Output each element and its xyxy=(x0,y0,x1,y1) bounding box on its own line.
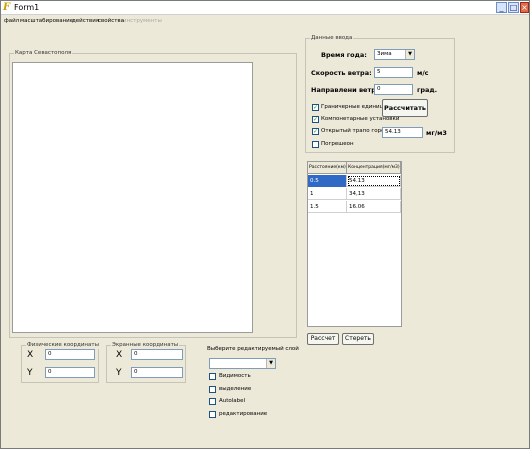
close-button[interactable]: × xyxy=(520,2,529,13)
window-title: Form1 xyxy=(14,3,40,12)
menu-bar: файл масштабирование действия свойства и… xyxy=(1,16,529,26)
checkbox-editing[interactable] xyxy=(209,411,216,418)
title-bar[interactable]: F Form1 _ □ × xyxy=(1,1,529,15)
physical-x-input[interactable]: 0 xyxy=(45,349,95,360)
season-select-value: Зима xyxy=(377,51,392,57)
checkbox-selection-label: выделение xyxy=(219,386,252,392)
checkbox-visibility[interactable] xyxy=(209,373,216,380)
screen-coords-label: Экранные координаты xyxy=(111,341,180,349)
screen-y-label: Y xyxy=(116,368,122,378)
map-canvas[interactable] xyxy=(12,62,253,333)
chevron-down-icon[interactable]: ▼ xyxy=(405,50,414,59)
checkbox-boundary-units-label: Граничерные единицы xyxy=(321,104,388,110)
chevron-down-icon[interactable]: ▼ xyxy=(266,359,275,368)
table-cell[interactable]: 16.06 xyxy=(347,201,401,213)
menu-actions[interactable]: действия xyxy=(72,16,99,26)
table-cell[interactable]: 54.13 xyxy=(347,175,401,187)
physical-coords-label: Физические координаты xyxy=(26,341,100,349)
wind-direction-unit: град. xyxy=(417,86,438,94)
checkbox-boundary-units[interactable]: ✓ xyxy=(312,104,319,111)
wind-direction-input[interactable]: 0 xyxy=(374,84,413,95)
table-header: Расстояние(км) Концентрация(мг/м3) xyxy=(308,162,401,174)
checkbox-error-label: Погрешеон xyxy=(321,141,354,147)
screen-x-label: X xyxy=(116,350,123,360)
menu-file[interactable]: файл xyxy=(4,16,19,26)
calc-button[interactable]: Рассчет xyxy=(307,333,339,345)
table-row[interactable]: 0.5 54.13 xyxy=(308,175,401,187)
checkbox-component-installs[interactable]: ✓ xyxy=(312,116,319,123)
checkbox-autolabel-label: Autolabel xyxy=(219,398,246,404)
table-cell[interactable]: 34,13 xyxy=(347,188,401,200)
menu-properties[interactable]: свойства xyxy=(98,16,124,26)
table-row[interactable]: 1.5 16.06 xyxy=(308,201,401,213)
wind-speed-label: Скорость ветра: xyxy=(311,69,372,77)
screen-y-input[interactable]: 0 xyxy=(131,367,183,378)
screen-x-input[interactable]: 0 xyxy=(131,349,183,360)
clear-button[interactable]: Стереть xyxy=(342,333,374,345)
column-header-concentration[interactable]: Концентрация(мг/м3) xyxy=(347,162,401,174)
menu-tools: инструменты xyxy=(123,18,162,24)
checkbox-open-city[interactable]: ✓ xyxy=(312,128,319,135)
table-row[interactable]: 1 34,13 xyxy=(308,188,401,200)
table-cell[interactable]: 0.5 xyxy=(308,175,347,187)
wind-speed-unit: м/с xyxy=(417,69,429,77)
wind-speed-input[interactable]: 5 xyxy=(374,67,413,78)
calculate-button[interactable]: Рассчитать xyxy=(382,99,428,117)
physical-x-label: X xyxy=(27,350,34,360)
physical-y-input[interactable]: 0 xyxy=(45,367,95,378)
app-icon: F xyxy=(3,2,11,13)
map-group-label: Карта Севастополя xyxy=(14,49,73,57)
checkbox-autolabel[interactable] xyxy=(209,398,216,405)
checkbox-editing-label: редактирование xyxy=(219,411,268,417)
maximize-button[interactable]: □ xyxy=(508,2,519,13)
season-label: Время года: xyxy=(321,51,367,59)
season-select[interactable]: Зима ▼ xyxy=(374,49,415,60)
menu-scaling[interactable]: масштабирование xyxy=(20,16,73,26)
layer-select[interactable]: ▼ xyxy=(209,358,276,369)
table-cell[interactable]: 1 xyxy=(308,188,347,200)
wind-direction-label: Направлени ветра: xyxy=(311,86,383,94)
column-header-distance[interactable]: Расстояние(км) xyxy=(308,162,347,174)
checkbox-error[interactable] xyxy=(312,141,319,148)
concentration-unit: мг/м3 xyxy=(426,129,447,137)
physical-y-label: Y xyxy=(27,368,33,378)
main-window: F Form1 _ □ × файл масштабирование дейст… xyxy=(0,0,530,449)
results-table[interactable]: Расстояние(км) Концентрация(мг/м3) 0.5 5… xyxy=(307,161,402,327)
layer-select-label: Выберите редактируемый слой xyxy=(207,346,299,352)
concentration-output[interactable]: 54.13 xyxy=(382,127,423,138)
checkbox-visibility-label: Видимость xyxy=(219,373,251,379)
table-cell[interactable]: 1.5 xyxy=(308,201,347,213)
checkbox-selection[interactable] xyxy=(209,386,216,393)
minimize-button[interactable]: _ xyxy=(496,2,507,13)
input-group-label: Данные ввода xyxy=(310,34,354,42)
